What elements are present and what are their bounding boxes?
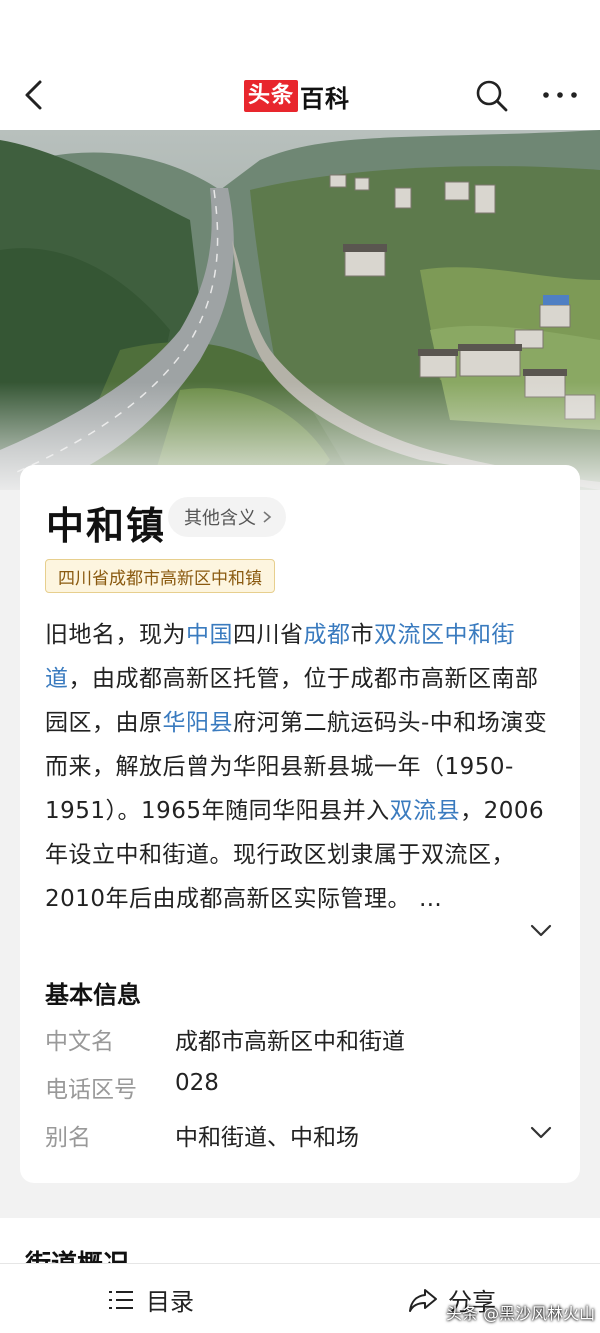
list-icon [109, 1290, 133, 1309]
description-text: 市 [350, 622, 374, 648]
info-key: 别名 [45, 1125, 91, 1151]
info-value: 中和街道、中和场 [175, 1125, 359, 1151]
description-link[interactable]: 成都 [304, 622, 351, 648]
logo-red-part: 头条 [244, 80, 299, 112]
basic-info-heading: 基本信息 [45, 981, 141, 1009]
share-icon [409, 1288, 437, 1312]
toutiao-baike-logo: 头条 百科 [244, 80, 351, 113]
description-link[interactable]: 中国 [186, 622, 233, 648]
info-key: 中文名 [45, 1029, 114, 1055]
top-bar: 头条 百科 [0, 0, 600, 130]
entry-card: 中和镇 其他含义 四川省成都市高新区中和镇 旧地名，现为中国四川省成都市双流区中… [20, 465, 580, 1183]
logo-black-part: 百科 [300, 84, 351, 113]
aerial-landscape-illustration [0, 130, 600, 490]
info-value: 028 [175, 1070, 219, 1096]
entry-description: 旧地名，现为中国四川省成都市双流区中和街道，由成都高新区托管，位于成都市高新区南… [45, 613, 555, 921]
description-link[interactable]: 双流县 [390, 798, 461, 824]
chevron-down-icon[interactable] [528, 917, 554, 943]
other-meaning-button[interactable]: 其他含义 [168, 497, 286, 537]
search-icon[interactable] [474, 78, 510, 114]
more-dots-icon[interactable] [540, 80, 580, 110]
hero-image [0, 130, 600, 490]
toc-button[interactable]: 目录 [108, 1282, 194, 1317]
description-link[interactable]: 华阳县 [163, 710, 234, 736]
toc-label: 目录 [146, 1288, 194, 1316]
chevron-left-icon[interactable] [18, 78, 52, 112]
info-key: 电话区号 [45, 1077, 137, 1103]
entry-title: 中和镇 [46, 504, 167, 548]
expand-info-chevron-down-icon[interactable] [528, 1119, 554, 1145]
chevron-right-icon [263, 511, 272, 523]
description-text: 四川省 [233, 622, 304, 648]
other-meaning-label: 其他含义 [184, 508, 256, 529]
location-tag[interactable]: 四川省成都市高新区中和镇 [45, 559, 275, 593]
info-value: 成都市高新区中和街道 [175, 1029, 405, 1055]
watermark: 头条 @黑沙风林火山 [446, 1304, 596, 1323]
description-text: 旧地名，现为 [45, 622, 186, 648]
